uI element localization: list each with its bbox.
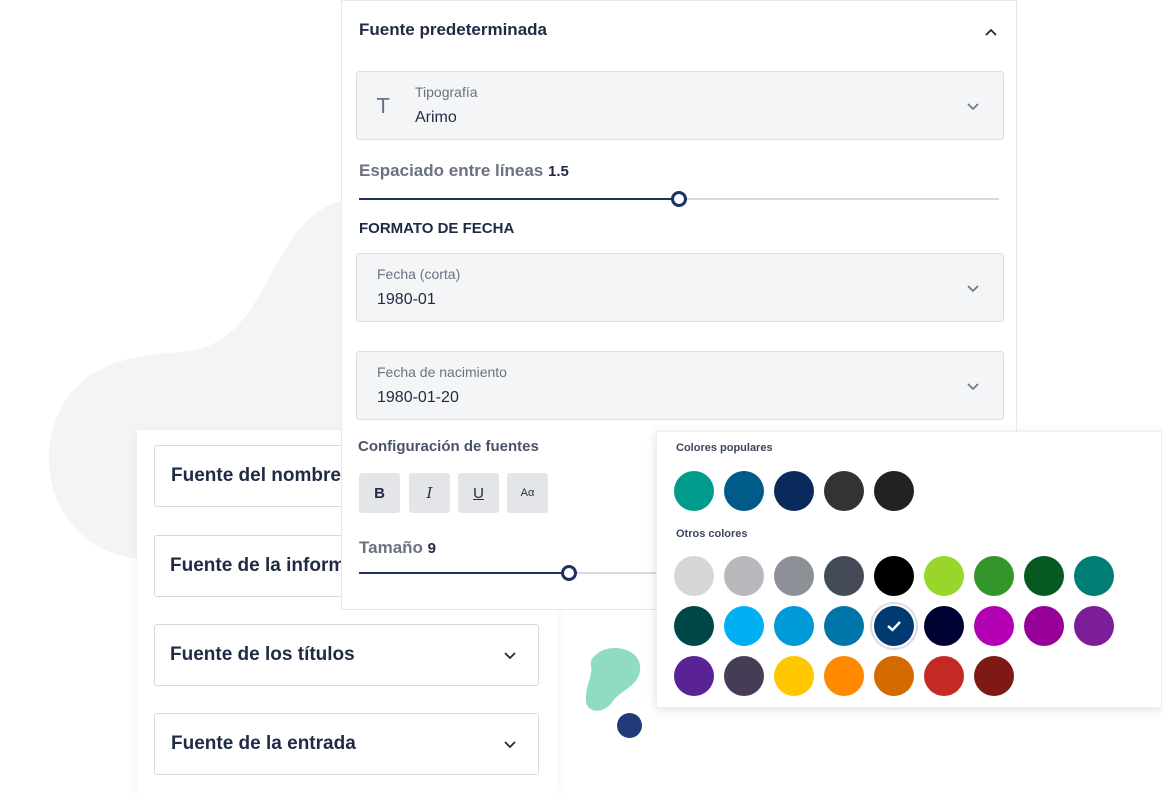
popular-color-swatch[interactable] xyxy=(724,471,764,511)
other-color-swatch[interactable] xyxy=(774,606,814,646)
other-color-swatch[interactable] xyxy=(774,656,814,696)
underline-button[interactable]: U xyxy=(458,473,499,513)
other-color-swatch[interactable] xyxy=(974,656,1014,696)
other-color-swatch[interactable] xyxy=(724,556,764,596)
line-spacing-fill xyxy=(359,198,679,200)
other-color-swatch[interactable] xyxy=(674,656,714,696)
size-thumb[interactable] xyxy=(561,565,577,581)
birth-date-select[interactable]: Fecha de nacimiento 1980-01-20 xyxy=(356,351,1004,420)
other-color-swatch[interactable] xyxy=(974,556,1014,596)
short-date-value: 1980-01 xyxy=(377,291,436,308)
typography-value: Arimo xyxy=(415,109,457,126)
other-color-swatch[interactable] xyxy=(1024,606,1064,646)
name-font-label: Fuente del nombre xyxy=(171,465,341,486)
other-color-swatch[interactable] xyxy=(774,556,814,596)
other-color-swatch[interactable] xyxy=(1074,606,1114,646)
bold-button[interactable]: B xyxy=(359,473,400,513)
font-config-heading: Configuración de fuentes xyxy=(358,438,539,455)
line-spacing-value: 1.5 xyxy=(547,163,569,180)
date-format-heading: FORMATO DE FECHA xyxy=(359,220,515,237)
titles-font-row[interactable]: Fuente de los títulos xyxy=(154,624,539,686)
other-colors-label: Otros colores xyxy=(676,528,748,540)
chevron-up-icon[interactable] xyxy=(983,24,999,40)
popular-color-swatch[interactable] xyxy=(674,471,714,511)
other-color-swatch[interactable] xyxy=(974,606,1014,646)
other-color-swatch[interactable] xyxy=(874,556,914,596)
other-color-swatch[interactable] xyxy=(824,556,864,596)
other-color-swatch[interactable] xyxy=(724,656,764,696)
popular-colors-label: Colores populares xyxy=(676,442,773,454)
check-icon xyxy=(887,621,901,632)
other-color-swatch[interactable] xyxy=(674,556,714,596)
other-color-swatch[interactable] xyxy=(924,556,964,596)
size-label: Tamaño 9 xyxy=(359,538,436,557)
other-color-swatch[interactable] xyxy=(924,656,964,696)
typography-label: Tipografía xyxy=(415,84,478,100)
text-icon: T xyxy=(377,94,390,118)
popular-color-swatch[interactable] xyxy=(774,471,814,511)
section-title: Fuente predeterminada xyxy=(359,20,547,39)
entry-font-label: Fuente de la entrada xyxy=(171,733,356,754)
birth-date-value: 1980-01-20 xyxy=(377,389,459,406)
other-color-swatch[interactable] xyxy=(724,606,764,646)
chevron-down-icon xyxy=(967,285,979,293)
other-color-swatch[interactable] xyxy=(874,656,914,696)
other-color-swatch[interactable] xyxy=(1024,556,1064,596)
chevron-down-icon xyxy=(967,103,979,111)
color-picker: Colores populares Otros colores xyxy=(656,431,1162,708)
typography-select[interactable]: T Tipografía Arimo xyxy=(356,71,1004,140)
short-date-select[interactable]: Fecha (corta) 1980-01 xyxy=(356,253,1004,322)
case-button[interactable]: Aα xyxy=(507,473,548,513)
chevron-down-icon xyxy=(504,741,516,749)
chevron-down-icon xyxy=(967,383,979,391)
birth-date-label: Fecha de nacimiento xyxy=(377,364,507,380)
line-spacing-label: Espaciado entre líneas 1.5 xyxy=(359,161,569,180)
short-date-label: Fecha (corta) xyxy=(377,266,461,282)
decorative-dot xyxy=(617,713,642,738)
size-value: 9 xyxy=(427,540,436,557)
decorative-blob xyxy=(585,647,641,711)
italic-button[interactable]: I xyxy=(409,473,450,513)
other-color-swatch[interactable] xyxy=(874,606,914,646)
popular-color-swatch[interactable] xyxy=(824,471,864,511)
popular-color-swatch[interactable] xyxy=(874,471,914,511)
titles-font-label: Fuente de los títulos xyxy=(170,644,355,665)
chevron-down-icon xyxy=(504,652,516,660)
entry-font-row[interactable]: Fuente de la entrada xyxy=(154,713,539,775)
line-spacing-thumb[interactable] xyxy=(671,191,687,207)
other-color-swatch[interactable] xyxy=(824,606,864,646)
size-fill xyxy=(359,572,569,574)
other-color-swatch[interactable] xyxy=(1074,556,1114,596)
other-color-swatch[interactable] xyxy=(824,656,864,696)
other-color-swatch[interactable] xyxy=(924,606,964,646)
other-color-swatch[interactable] xyxy=(674,606,714,646)
